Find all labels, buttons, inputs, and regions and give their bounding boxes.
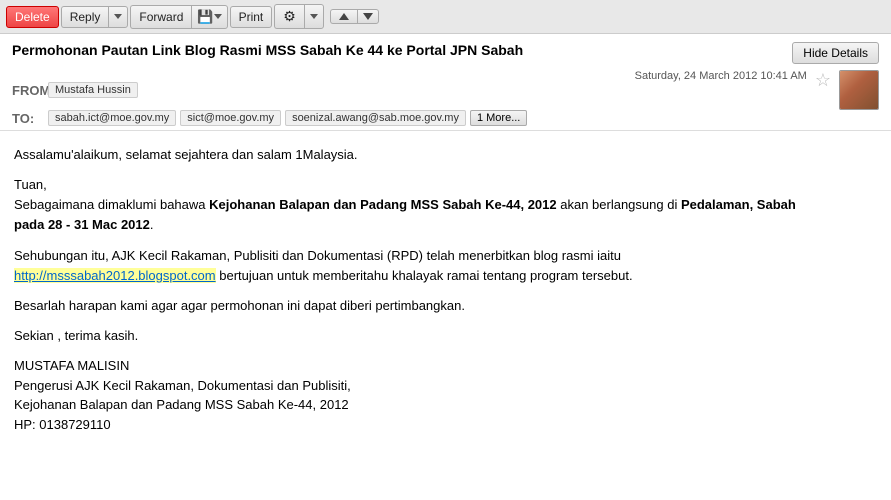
para1-before: Sebagaimana dimaklumi bahawa <box>14 197 209 212</box>
subject-line: Permohonan Pautan Link Blog Rasmi MSS Sa… <box>12 42 879 64</box>
from-label: FROM: <box>12 83 44 98</box>
to-recipient-2[interactable]: sict@moe.gov.my <box>180 110 281 126</box>
nav-split <box>330 9 379 24</box>
forward-dropdown-icon <box>214 14 222 19</box>
from-left: FROM: Mustafa Hussin <box>12 82 138 98</box>
para1-bold: Kejohanan Balapan dan Padang MSS Sabah K… <box>209 197 557 212</box>
nav-down-button[interactable] <box>357 9 379 24</box>
signature: MUSTAFA MALISIN Pengerusi AJK Kecil Raka… <box>14 356 877 434</box>
para1-middle: akan berlangsung di <box>557 197 681 212</box>
gear-dropdown-button[interactable] <box>304 4 324 29</box>
email-body: Assalamu'alaikum, selamat sejahtera dan … <box>0 131 891 448</box>
salutation: Tuan, <box>14 177 47 192</box>
para2-text: Sehubungan itu, AJK Kecil Rakaman, Publi… <box>14 248 621 263</box>
forward-dropdown-button[interactable]: 💾 <box>191 5 227 29</box>
forward-button[interactable]: Forward <box>130 5 191 29</box>
nav-down-icon <box>363 13 373 20</box>
greeting-paragraph: Assalamu'alaikum, selamat sejahtera dan … <box>14 145 877 165</box>
date-and-avatar: Saturday, 24 March 2012 10:41 AM ☆ <box>635 70 879 110</box>
email-header: Permohonan Pautan Link Blog Rasmi MSS Sa… <box>0 34 891 131</box>
from-tag[interactable]: Mustafa Hussin <box>48 82 138 98</box>
delete-button[interactable]: Delete <box>6 6 59 28</box>
sig-line2: Kejohanan Balapan dan Padang MSS Sabah K… <box>14 395 877 415</box>
gear-dropdown-icon <box>310 14 318 19</box>
to-recipient-3[interactable]: soenizal.awang@sab.moe.gov.my <box>285 110 466 126</box>
hide-details-button[interactable]: Hide Details <box>792 42 879 64</box>
gear-button[interactable]: ⚙ <box>274 4 304 29</box>
gear-icon: ⚙ <box>283 8 296 25</box>
reply-button[interactable]: Reply <box>61 6 109 28</box>
nav-up-icon <box>339 13 349 20</box>
para2-paragraph: Sehubungan itu, AJK Kecil Rakaman, Publi… <box>14 246 877 286</box>
sig-name: MUSTAFA MALISIN <box>14 356 877 376</box>
gear-split: ⚙ <box>274 4 324 29</box>
blog-link[interactable]: http://msssabah2012.blogspot.com <box>14 268 216 283</box>
para2-end: bertujuan untuk memberitahu khalayak ram… <box>216 268 633 283</box>
to-label: TO: <box>12 111 44 126</box>
toolbar: Delete Reply Forward 💾 Print ⚙ <box>0 0 891 34</box>
forward-split: Forward 💾 <box>130 5 227 29</box>
email-subject: Permohonan Pautan Link Blog Rasmi MSS Sa… <box>12 42 772 58</box>
para4-paragraph: Sekian , terima kasih. <box>14 326 877 346</box>
reply-dropdown-button[interactable] <box>108 6 128 28</box>
print-button[interactable]: Print <box>230 6 273 28</box>
star-button[interactable]: ☆ <box>815 70 831 91</box>
reply-dropdown-icon <box>114 14 122 19</box>
more-recipients-button[interactable]: 1 More... <box>470 110 527 126</box>
email-date: Saturday, 24 March 2012 10:41 AM <box>635 70 807 82</box>
to-recipient-1[interactable]: sabah.ict@moe.gov.my <box>48 110 176 126</box>
para1-newline: pada 28 - 31 Mac 2012 <box>14 217 150 232</box>
floppy-icon: 💾 <box>197 9 213 25</box>
para1-bold2: Pedalaman, Sabah <box>681 197 796 212</box>
para1-dot: . <box>150 217 154 232</box>
sig-line1: Pengerusi AJK Kecil Rakaman, Dokumentasi… <box>14 376 877 396</box>
avatar <box>839 70 879 110</box>
avatar-image <box>840 71 878 109</box>
sig-hp: HP: 0138729110 <box>14 415 877 435</box>
nav-up-button[interactable] <box>330 9 357 24</box>
to-row: TO: sabah.ict@moe.gov.my sict@moe.gov.my… <box>12 110 879 126</box>
main-paragraph: Tuan, Sebagaimana dimaklumi bahawa Kejoh… <box>14 175 877 235</box>
para3-paragraph: Besarlah harapan kami agar agar permohon… <box>14 296 877 316</box>
to-tags: sabah.ict@moe.gov.my sict@moe.gov.my soe… <box>48 110 879 126</box>
reply-split: Reply <box>61 6 129 28</box>
from-row: FROM: Mustafa Hussin Saturday, 24 March … <box>12 70 879 110</box>
